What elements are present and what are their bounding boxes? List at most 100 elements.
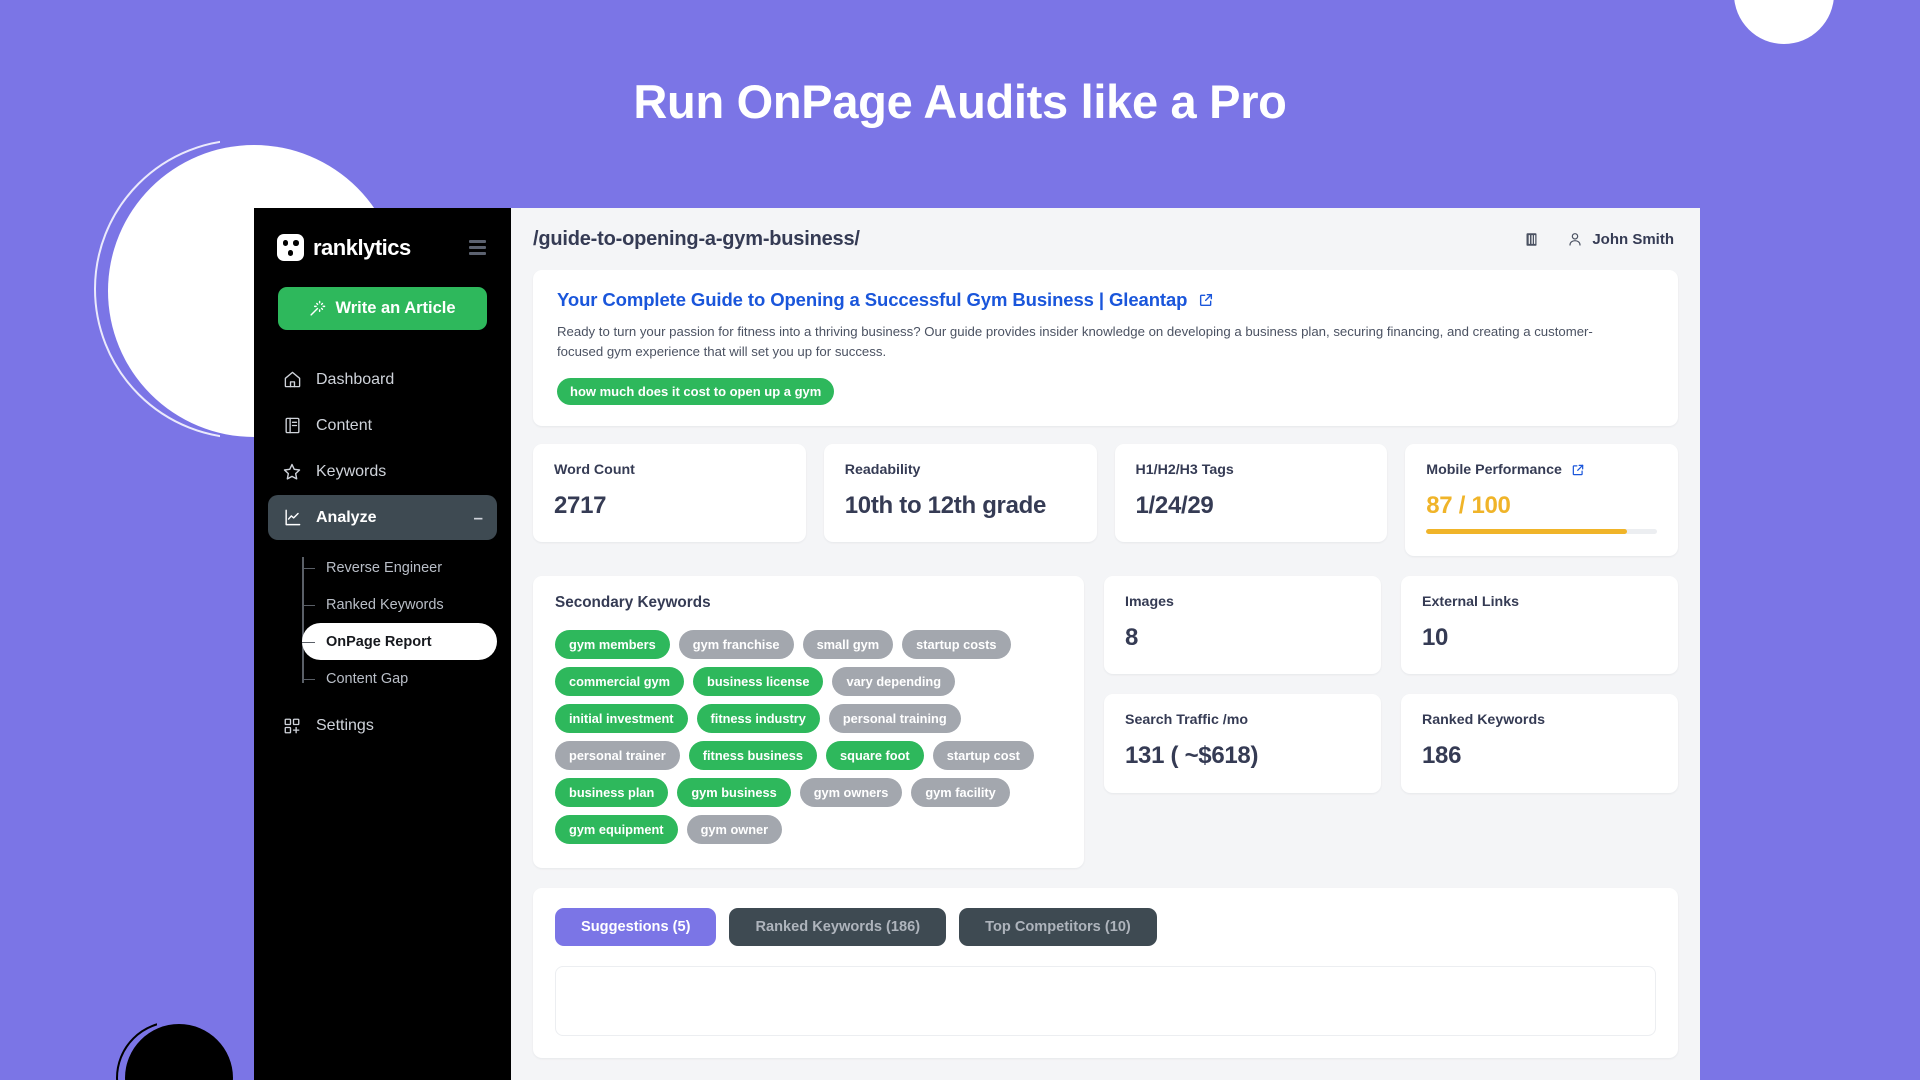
keyword-chip[interactable]: personal trainer (555, 741, 680, 771)
stat-card-images: Images 8 (1104, 576, 1381, 675)
stat-value: 1/24/29 (1135, 491, 1214, 519)
keyword-chip[interactable]: square foot (826, 741, 924, 771)
sidebar-item-label: Keywords (316, 462, 387, 480)
book-icon[interactable] (1524, 231, 1539, 248)
sidebar-item-label: Settings (316, 716, 374, 734)
magic-wand-icon (309, 300, 326, 317)
hamburger-menu-icon[interactable] (466, 237, 489, 258)
keyword-chip[interactable]: gym owners (799, 778, 903, 808)
stat-value: 131 ( ~$618) (1125, 742, 1259, 770)
keyword-chip[interactable]: small gym (802, 630, 894, 660)
keyword-chip[interactable]: business license (693, 667, 824, 697)
stat-value: 10 (1422, 624, 1449, 652)
topbar: /guide-to-opening-a-gym-business/ John S… (511, 208, 1700, 270)
sidebar-header: ranklytics (254, 208, 511, 261)
sidebar-subitem-label: Reverse Engineer (326, 559, 443, 576)
keyword-chip[interactable]: business plan (555, 778, 669, 808)
secondary-keywords-title: Secondary Keywords (555, 594, 711, 612)
stat-label-text: Mobile Performance (1426, 461, 1562, 478)
sidebar-item-keywords[interactable]: Keywords (268, 449, 497, 494)
sidebar-subitem-onpage-report[interactable]: OnPage Report (302, 623, 497, 660)
mobile-performance-progress-fill (1426, 529, 1627, 535)
write-an-article-button[interactable]: Write an Article (278, 287, 487, 330)
primary-keyword-chip[interactable]: how much does it cost to open up a gym (557, 377, 835, 405)
tab-suggestions[interactable]: Suggestions (5) (555, 908, 717, 947)
stat-card-word-count: Word Count 2717 (533, 443, 806, 543)
tab-ranked-keywords[interactable]: Ranked Keywords (186) (729, 908, 947, 947)
report-content: Your Complete Guide to Opening a Success… (511, 270, 1700, 1080)
stat-value: 8 (1125, 624, 1139, 652)
sidebar-subitem-ranked-keywords[interactable]: Ranked Keywords (302, 586, 497, 623)
grid-plus-icon (282, 716, 302, 736)
banner-title: Run OnPage Audits like a Pro (633, 75, 1287, 128)
stat-card-mobile-performance: Mobile Performance 87 / 100 (1405, 443, 1678, 557)
sidebar-nav: Dashboard Content Keywords Analyze – Rev… (254, 357, 511, 748)
article-title-link[interactable]: Your Complete Guide to Opening a Success… (557, 289, 1187, 311)
stat-card-search-traffic: Search Traffic /mo 131 ( ~$618) (1104, 694, 1381, 793)
sidebar: ranklytics Write an Article Dashboard Co… (254, 208, 511, 1080)
external-link-icon[interactable] (1571, 463, 1585, 477)
keyword-chip[interactable]: fitness industry (696, 704, 820, 734)
sidebar-item-settings[interactable]: Settings (268, 703, 497, 748)
sidebar-item-dashboard[interactable]: Dashboard (268, 357, 497, 402)
brand[interactable]: ranklytics (277, 234, 411, 261)
decorative-circle-bottom-left (125, 1024, 233, 1080)
stat-card-readability: Readability 10th to 12th grade (823, 443, 1097, 543)
stat-label: Readability (844, 461, 921, 478)
article-title-row: Your Complete Guide to Opening a Success… (557, 289, 1654, 311)
stat-card-external-links: External Links 10 (1401, 576, 1678, 675)
home-icon (282, 370, 302, 390)
keyword-chip[interactable]: gym franchise (678, 630, 794, 660)
keyword-chip[interactable]: vary depending (832, 667, 956, 697)
user-name: John Smith (1592, 230, 1674, 248)
sidebar-item-label: Dashboard (316, 370, 395, 388)
sidebar-item-analyze[interactable]: Analyze – (268, 495, 497, 540)
secondary-keywords-card: Secondary Keywords gym members gym franch… (533, 576, 1084, 869)
keyword-chip[interactable]: gym equipment (555, 815, 678, 845)
keywords-and-side-stats-row: Secondary Keywords gym members gym franch… (533, 576, 1678, 869)
main-content: /guide-to-opening-a-gym-business/ John S… (511, 208, 1700, 1080)
sidebar-subitem-content-gap[interactable]: Content Gap (302, 660, 497, 697)
stat-label: Mobile Performance (1426, 462, 1657, 478)
keyword-chip[interactable]: commercial gym (555, 667, 685, 697)
sidebar-item-label: Content (316, 416, 373, 434)
write-an-article-label: Write an Article (335, 299, 456, 317)
tab-top-competitors[interactable]: Top Competitors (10) (959, 908, 1157, 947)
external-link-icon[interactable] (1198, 292, 1214, 308)
stat-value: 2717 (554, 491, 607, 519)
keyword-chip[interactable]: gym business (677, 778, 791, 808)
dice-dots-logo-icon (277, 234, 304, 261)
keyword-chip[interactable]: gym facility (911, 778, 1010, 808)
article-summary-card: Your Complete Guide to Opening a Success… (533, 270, 1678, 426)
keyword-chip[interactable]: startup cost (932, 741, 1034, 771)
document-icon (282, 416, 302, 436)
stat-label: Word Count (554, 461, 635, 478)
keyword-chip[interactable]: gym owner (686, 815, 783, 845)
keyword-chip[interactable]: gym members (555, 630, 670, 660)
secondary-keywords-chip-list: gym members gym franchise small gym startup… (555, 630, 1062, 845)
keyword-chip[interactable]: startup costs (902, 630, 1011, 660)
user-menu[interactable]: John Smith (1567, 231, 1674, 248)
brand-name: ranklytics (313, 234, 411, 260)
stat-label: Search Traffic /mo (1125, 712, 1249, 729)
sidebar-subitem-label: Ranked Keywords (326, 596, 444, 613)
keyword-chip[interactable]: initial investment (555, 704, 688, 734)
sidebar-subitem-label: Content Gap (326, 670, 409, 687)
sidebar-subitem-reverse-engineer[interactable]: Reverse Engineer (302, 549, 497, 586)
keyword-chip[interactable]: fitness business (688, 741, 818, 771)
stat-value: 10th to 12th grade (844, 491, 1047, 519)
stat-card-ranked-keywords: Ranked Keywords 186 (1401, 694, 1678, 793)
keyword-chip[interactable]: personal training (828, 704, 961, 734)
minus-icon[interactable]: – (474, 509, 483, 526)
report-tabs-card: Suggestions (5) Ranked Keywords (186) To… (533, 888, 1678, 1059)
stats-row: Word Count 2717 Readability 10th to 12th… (533, 443, 1678, 557)
stat-card-heading-tags: H1/H2/H3 Tags 1/24/29 (1114, 443, 1388, 543)
mobile-performance-progress (1426, 529, 1657, 535)
sidebar-subitem-label: OnPage Report (326, 633, 432, 650)
sidebar-item-content[interactable]: Content (268, 403, 497, 448)
chart-line-icon (282, 508, 302, 528)
app-window: ranklytics Write an Article Dashboard Co… (254, 208, 1700, 1080)
topbar-actions: John Smith (1524, 231, 1674, 248)
report-tabs: Suggestions (5) Ranked Keywords (186) To… (555, 908, 1656, 947)
decorative-circle-top-right (1734, 0, 1834, 44)
